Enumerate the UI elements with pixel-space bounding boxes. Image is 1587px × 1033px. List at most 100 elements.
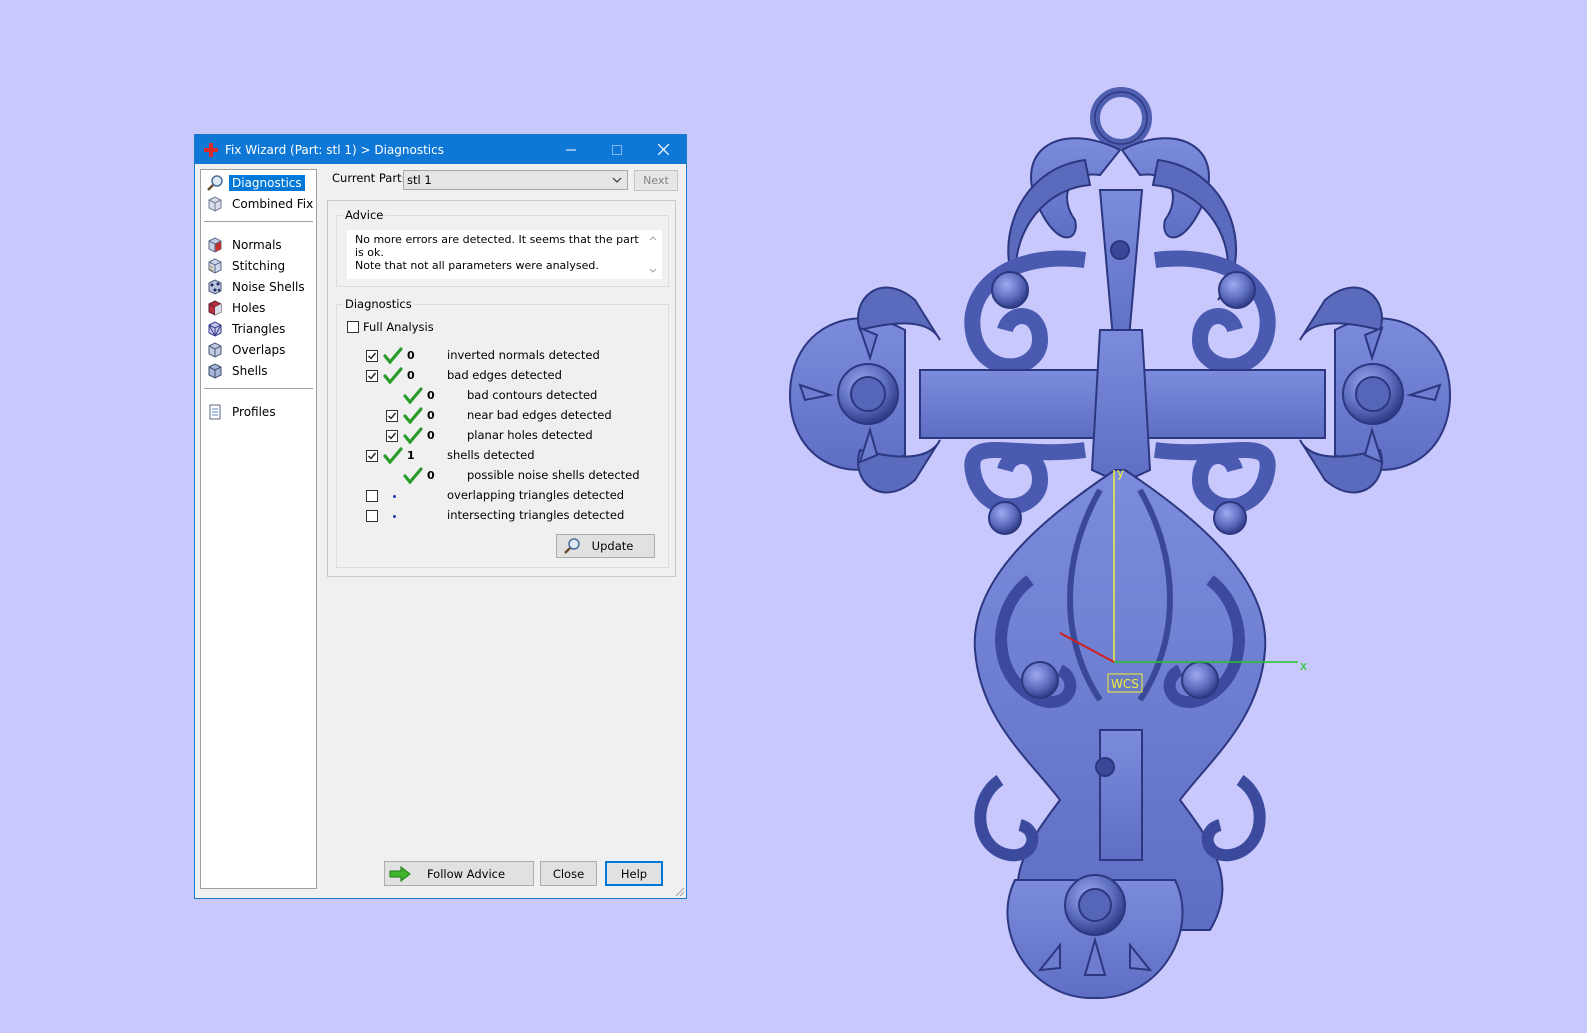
diagnostic-count: 1 <box>407 449 415 462</box>
close-icon <box>657 144 669 155</box>
minimize-button[interactable] <box>548 135 594 164</box>
triangles-cube-icon <box>208 321 222 337</box>
axis-x-label: x <box>1300 659 1307 673</box>
holes-cube-icon <box>208 300 222 316</box>
nav-separator <box>204 388 313 390</box>
diagnostic-label: inverted normals detected <box>447 348 600 362</box>
nav-item-normals[interactable]: Normals <box>206 235 285 255</box>
nav-item-shells[interactable]: Shells <box>206 361 271 381</box>
diagnostic-label: bad edges detected <box>447 368 562 382</box>
diagnostics-panel: Advice No more errors are detected. It s… <box>327 200 676 577</box>
nav-item-profiles[interactable]: Profiles <box>206 402 279 422</box>
diagnostic-row: intersecting triangles detected <box>337 507 657 525</box>
maximize-button[interactable] <box>594 135 640 164</box>
update-button-label: Update <box>591 539 634 553</box>
status-pending-dot <box>393 495 396 498</box>
diagnostic-count: 0 <box>407 369 415 382</box>
checkmark-icon <box>368 452 377 460</box>
cross-pendant-model[interactable] <box>788 87 1452 1000</box>
diagnostic-count: 0 <box>407 349 415 362</box>
status-ok-icon <box>383 447 403 465</box>
next-button[interactable]: Next <box>634 170 678 191</box>
diagnostic-checkbox[interactable] <box>386 410 398 422</box>
status-ok-icon <box>403 407 423 425</box>
nav-label: Noise Shells <box>232 280 305 294</box>
diagnostics-group: Diagnostics Full Analysis 0 inverted norm… <box>336 297 669 568</box>
stitching-cube-icon <box>208 258 222 274</box>
diagnostic-label: near bad edges detected <box>467 408 612 422</box>
diagnostic-checkbox[interactable] <box>366 370 378 382</box>
diagnostic-label: overlapping triangles detected <box>447 488 625 502</box>
diagnostic-row: 0 bad contours detected <box>337 387 657 405</box>
wizard-nav: Diagnostics Combined Fix Normals Stitchi… <box>200 169 317 889</box>
overlaps-cube-icon <box>208 342 222 358</box>
diagnostic-checkbox[interactable] <box>386 430 398 442</box>
advice-line-1: No more errors are detected. It seems th… <box>355 233 639 259</box>
diagnostic-row: 0 near bad edges detected <box>337 407 657 425</box>
cube-icon <box>208 196 222 212</box>
status-ok-icon <box>383 347 403 365</box>
nav-label: Stitching <box>232 259 286 273</box>
diagnostic-checkbox[interactable] <box>366 490 378 502</box>
diagnostic-count: 0 <box>427 409 435 422</box>
diagnostic-label: bad contours detected <box>467 388 598 402</box>
status-ok-icon <box>403 427 423 445</box>
noise-shells-icon <box>208 279 222 295</box>
nav-label: Holes <box>232 301 266 315</box>
current-part-select[interactable]: stl 1 <box>403 170 628 190</box>
nav-label: Combined Fix <box>232 197 314 211</box>
checkmark-icon <box>388 412 397 420</box>
current-part-value: stl 1 <box>407 173 432 187</box>
diagnostic-checkbox[interactable] <box>366 450 378 462</box>
diagnostic-row: 0 inverted normals detected <box>337 347 657 365</box>
diagnostics-group-title: Diagnostics <box>343 297 414 311</box>
nav-item-noise-shells[interactable]: Noise Shells <box>206 277 308 297</box>
diagnostic-row: 0 bad edges detected <box>337 367 657 385</box>
diagnostic-row: 0 planar holes detected <box>337 427 657 445</box>
document-icon <box>209 404 221 420</box>
wcs-label: WCS <box>1111 677 1139 691</box>
fix-wizard-app-icon <box>204 142 218 157</box>
minimize-icon <box>566 149 576 150</box>
checkmark-icon <box>368 352 377 360</box>
full-analysis-checkbox-row[interactable]: Full Analysis <box>347 318 434 336</box>
current-part-label: Current Part: <box>332 171 406 185</box>
resize-grip-icon[interactable] <box>675 887 685 897</box>
close-window-button[interactable] <box>640 135 686 164</box>
nav-item-diagnostics[interactable]: Diagnostics <box>206 173 305 193</box>
status-ok-icon <box>383 367 403 385</box>
title-bar[interactable]: Fix Wizard (Part: stl 1) > Diagnostics <box>195 135 686 164</box>
follow-advice-button[interactable]: Follow Advice <box>384 861 534 886</box>
close-button[interactable]: Close <box>540 861 597 886</box>
advice-group: Advice No more errors are detected. It s… <box>336 208 669 287</box>
nav-item-stitching[interactable]: Stitching <box>206 256 288 276</box>
nav-item-combined-fix[interactable]: Combined Fix <box>206 194 316 214</box>
nav-item-overlaps[interactable]: Overlaps <box>206 340 288 360</box>
nav-label: Profiles <box>232 405 276 419</box>
chevron-down-icon <box>612 177 622 183</box>
nav-item-holes[interactable]: Holes <box>206 298 268 318</box>
diagnostic-count: 0 <box>427 389 435 402</box>
diagnostic-count: 0 <box>427 429 435 442</box>
help-button[interactable]: Help <box>605 861 663 886</box>
nav-separator <box>204 221 313 223</box>
window-title: Fix Wizard (Part: stl 1) > Diagnostics <box>225 142 444 157</box>
advice-scrollbar[interactable] <box>646 232 660 277</box>
nav-item-triangles[interactable]: Triangles <box>206 319 288 339</box>
nav-label: Overlaps <box>232 343 286 357</box>
diagnostic-checkbox[interactable] <box>366 350 378 362</box>
diagnostic-checkbox[interactable] <box>366 510 378 522</box>
status-ok-icon <box>403 467 423 485</box>
diagnostic-label: possible noise shells detected <box>467 468 640 482</box>
full-analysis-checkbox[interactable] <box>347 321 359 333</box>
update-button[interactable]: Update <box>556 534 655 558</box>
magnifier-icon <box>564 538 580 554</box>
follow-advice-label: Follow Advice <box>426 866 506 881</box>
axis-y-label: y <box>1117 466 1124 480</box>
advice-text-box: No more errors are detected. It seems th… <box>347 230 662 279</box>
diagnostic-count: 0 <box>427 469 435 482</box>
diagnostic-label: intersecting triangles detected <box>447 508 625 522</box>
nav-label: Diagnostics <box>229 175 305 191</box>
advice-line-2: Note that not all parameters were analys… <box>355 259 599 272</box>
nav-label: Triangles <box>232 322 286 336</box>
